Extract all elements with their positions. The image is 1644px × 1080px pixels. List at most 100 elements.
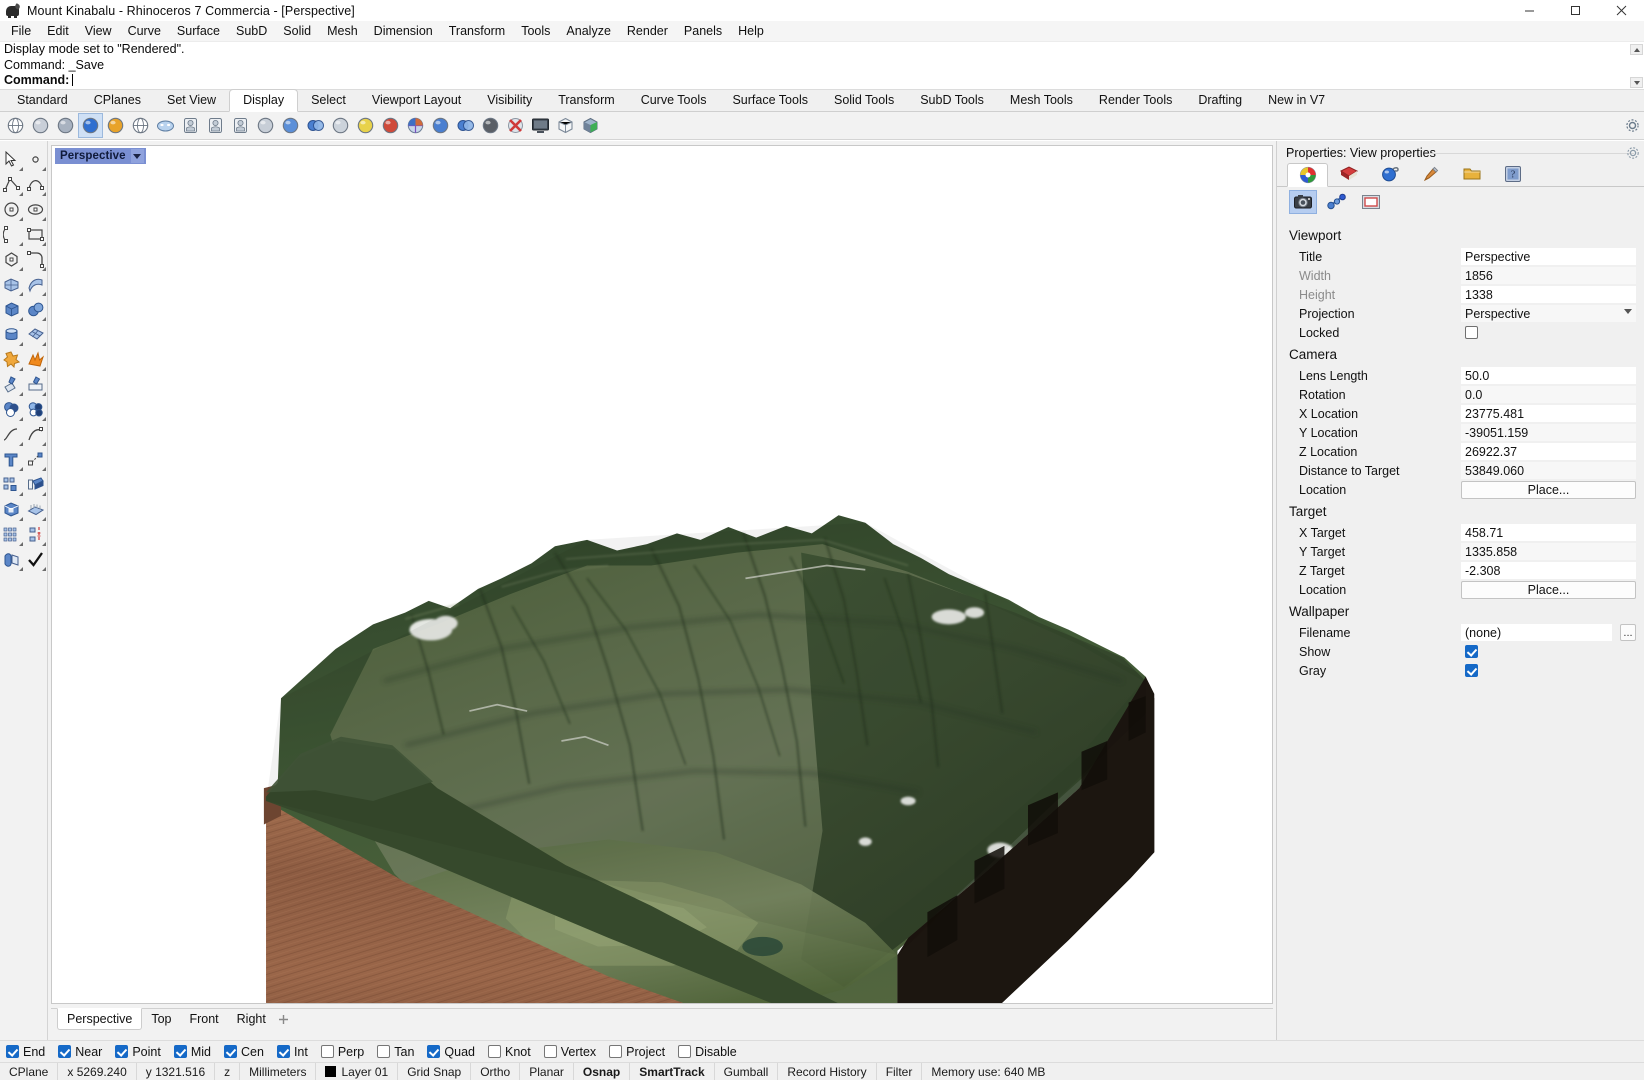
status-toggle-record-history[interactable]: Record History xyxy=(778,1062,877,1080)
explode-icon[interactable] xyxy=(24,347,48,372)
flyout-arrow-icon[interactable] xyxy=(42,192,46,196)
tab-surface-tools[interactable]: Surface Tools xyxy=(719,90,821,111)
menu-item-edit[interactable]: Edit xyxy=(39,22,77,40)
boolean-difference-icon[interactable] xyxy=(0,397,24,422)
status-toggle-smarttrack[interactable]: SmartTrack xyxy=(630,1062,715,1080)
menu-item-dimension[interactable]: Dimension xyxy=(366,22,441,40)
property-value-filename[interactable]: (none) xyxy=(1461,624,1612,641)
sphere-icon[interactable] xyxy=(24,297,48,322)
properties-tab-folder-icon[interactable] xyxy=(1451,162,1492,186)
osnap-checkbox-tan[interactable] xyxy=(377,1045,391,1058)
flyout-arrow-icon[interactable] xyxy=(42,342,46,346)
flyout-arrow-icon[interactable] xyxy=(42,492,46,496)
osnap-checkbox-knot[interactable] xyxy=(488,1045,501,1058)
flyout-arrow-icon[interactable] xyxy=(42,417,46,421)
close-button[interactable] xyxy=(1598,0,1644,21)
tab-curve-tools[interactable]: Curve Tools xyxy=(628,90,720,111)
fullscreen-icon[interactable] xyxy=(528,113,553,138)
property-value-x-target[interactable]: 458.71 xyxy=(1461,524,1636,541)
flyout-arrow-icon[interactable] xyxy=(18,192,23,196)
rendered-icon[interactable] xyxy=(78,112,103,138)
cylinder-icon[interactable] xyxy=(0,322,24,347)
box-edges-icon[interactable] xyxy=(553,113,578,138)
property-value-rotation[interactable]: 0.0 xyxy=(1461,386,1636,403)
osnap-quad[interactable]: Quad xyxy=(427,1045,475,1059)
flyout-arrow-icon[interactable] xyxy=(18,367,23,371)
properties-subtab-linked-points-icon[interactable] xyxy=(1323,190,1351,214)
curve-icon[interactable] xyxy=(24,172,48,197)
menu-item-render[interactable]: Render xyxy=(619,22,676,40)
select-arrow-icon[interactable] xyxy=(0,147,24,172)
mesh-from-surface-icon[interactable] xyxy=(24,497,48,522)
osnap-end[interactable]: End xyxy=(6,1045,45,1059)
osnap-point[interactable]: Point xyxy=(115,1045,161,1059)
tab-subd-tools[interactable]: SubD Tools xyxy=(907,90,997,111)
osnap-checkbox-point[interactable] xyxy=(115,1045,129,1058)
property-value-z-target[interactable]: -2.308 xyxy=(1461,562,1636,579)
viewport-tab-perspective[interactable]: Perspective xyxy=(57,1008,143,1030)
shade-selected-icon[interactable] xyxy=(428,113,453,138)
osnap-tan[interactable]: Tan xyxy=(377,1045,414,1059)
osnap-knot[interactable]: Knot xyxy=(488,1045,531,1059)
flyout-arrow-icon[interactable] xyxy=(18,492,23,496)
flyout-arrow-icon[interactable] xyxy=(18,342,23,346)
osnap-checkbox-near[interactable] xyxy=(58,1045,72,1058)
command-scroll-up[interactable] xyxy=(1630,44,1643,55)
wireframe-alt-icon[interactable] xyxy=(128,113,153,138)
flyout-arrow-icon[interactable] xyxy=(18,217,23,221)
menu-item-help[interactable]: Help xyxy=(730,22,772,40)
flyout-arrow-icon[interactable] xyxy=(18,242,23,246)
shaded-sphere-icon[interactable] xyxy=(353,113,378,138)
flyout-arrow-icon[interactable] xyxy=(18,467,23,471)
gold-sphere-icon[interactable] xyxy=(378,113,403,138)
box-icon[interactable] xyxy=(0,297,24,322)
status-cplane[interactable]: CPlane xyxy=(0,1062,59,1080)
osnap-checkbox-vertex[interactable] xyxy=(543,1045,557,1058)
tab-viewport-layout[interactable]: Viewport Layout xyxy=(359,90,474,111)
shaded-icon[interactable] xyxy=(28,113,53,138)
flyout-arrow-icon[interactable] xyxy=(42,317,46,321)
no-display-icon[interactable] xyxy=(503,113,528,138)
flyout-arrow-icon[interactable] xyxy=(18,167,23,171)
show-checkbox[interactable] xyxy=(1465,645,1478,658)
flyout-arrow-icon[interactable] xyxy=(42,392,46,396)
pen-icon[interactable] xyxy=(178,113,203,138)
text-icon[interactable] xyxy=(0,447,24,472)
polygon-icon[interactable] xyxy=(0,247,24,272)
flyout-arrow-icon[interactable] xyxy=(42,517,46,521)
osnap-checkbox-disable[interactable] xyxy=(678,1045,692,1058)
properties-tab-material-icon[interactable] xyxy=(1328,162,1369,186)
chevron-down-icon[interactable] xyxy=(1624,309,1632,314)
tab-standard[interactable]: Standard xyxy=(4,90,81,111)
boolean-union-icon[interactable] xyxy=(0,347,24,372)
menu-item-file[interactable]: File xyxy=(3,22,39,40)
add-viewport-icon[interactable] xyxy=(275,1009,293,1029)
place-button-1[interactable]: Place... xyxy=(1461,480,1636,499)
ghosted-icon[interactable] xyxy=(253,113,278,138)
osnap-checkbox-quad[interactable] xyxy=(427,1045,441,1058)
curve-blend-icon[interactable] xyxy=(0,422,24,447)
tab-solid-tools[interactable]: Solid Tools xyxy=(821,90,907,111)
xray-icon[interactable] xyxy=(153,113,178,138)
fillet-curve-icon[interactable] xyxy=(24,247,48,272)
property-value-distance-to-target[interactable]: 53849.060 xyxy=(1461,462,1636,479)
status-units[interactable]: Millimeters xyxy=(240,1062,317,1080)
split-icon[interactable] xyxy=(24,372,48,397)
rectangle-icon[interactable] xyxy=(24,222,48,247)
menu-item-panels[interactable]: Panels xyxy=(676,22,730,40)
property-value-y-location[interactable]: -39051.159 xyxy=(1461,424,1636,441)
osnap-disable[interactable]: Disable xyxy=(678,1045,737,1059)
status-toggle-ortho[interactable]: Ortho xyxy=(471,1062,521,1080)
color-wheel-icon[interactable] xyxy=(403,113,428,138)
status-toggle-filter[interactable]: Filter xyxy=(877,1062,923,1080)
osnap-project[interactable]: Project xyxy=(609,1045,665,1059)
flyout-arrow-icon[interactable] xyxy=(18,267,23,271)
property-value-projection[interactable]: Perspective xyxy=(1461,305,1636,322)
minimize-button[interactable] xyxy=(1506,0,1552,21)
perspective-viewport[interactable]: Perspective xyxy=(51,145,1273,1004)
array-icon[interactable] xyxy=(0,472,24,497)
panel-options-icon[interactable] xyxy=(1626,146,1640,160)
tab-select[interactable]: Select xyxy=(298,90,359,111)
extrude-icon[interactable] xyxy=(24,472,48,497)
properties-tab-color-wheel-icon[interactable] xyxy=(1287,163,1328,187)
